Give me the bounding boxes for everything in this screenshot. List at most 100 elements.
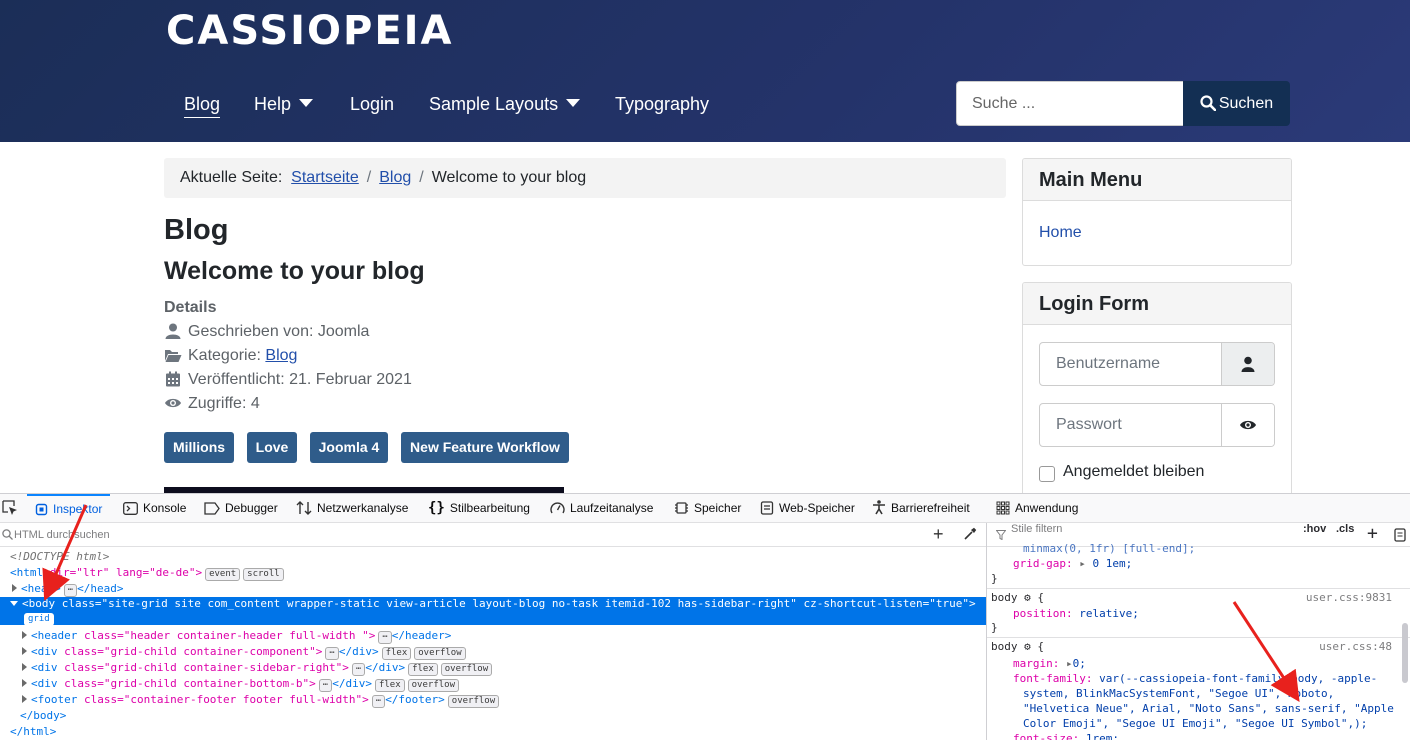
collapse-triangle-icon[interactable] (10, 601, 18, 606)
flex-badge[interactable]: flex (408, 663, 438, 676)
rule-close-brace: } (991, 572, 998, 585)
tab-stilbearbeitung[interactable]: {} Stilbearbeitung (428, 494, 530, 522)
markup-line-child[interactable]: <header class="header container-header f… (0, 628, 986, 644)
rule-decl-position[interactable]: position: relative; (1013, 606, 1139, 621)
overflow-badge[interactable]: overflow (414, 647, 466, 660)
tab-web-speicher[interactable]: Web-Speicher (760, 494, 855, 522)
markup-line-doctype[interactable]: <!DOCTYPE html> (0, 549, 986, 565)
flex-badge[interactable]: flex (381, 647, 412, 660)
gear-icon[interactable]: ⚙ (1024, 591, 1031, 604)
nav-item-blog[interactable]: Blog (184, 92, 221, 118)
expand-triangle-icon[interactable] (22, 695, 27, 703)
rules-scrollbar[interactable] (1402, 623, 1408, 683)
tab-konsole[interactable]: Konsole (123, 494, 186, 522)
nav-item-help[interactable]: Help (254, 92, 314, 118)
breadcrumb-link-home[interactable]: Startseite (291, 169, 359, 186)
category-link[interactable]: Blog (265, 347, 297, 364)
expand-triangle-icon[interactable] (22, 679, 27, 687)
add-node-plus-icon[interactable]: + (933, 525, 944, 543)
rule-selector-body[interactable]: body ⚙ { (991, 639, 1044, 654)
filter-styles-input[interactable]: Stile filtern (1011, 523, 1062, 535)
expand-triangle-icon[interactable] (22, 663, 27, 671)
markup-line-head[interactable]: <head> ⋯ </head> (0, 581, 986, 597)
document-icon[interactable] (1394, 528, 1406, 542)
tag-millions[interactable]: Millions (164, 432, 234, 463)
tag-joomla-4[interactable]: Joomla 4 (310, 432, 388, 463)
tab-debugger[interactable]: Debugger (204, 494, 278, 522)
username-placeholder: Benutzername (1056, 355, 1161, 372)
tab-netzwerkanalyse[interactable]: Netzwerkanalyse (296, 494, 408, 522)
rule-selector-body[interactable]: body ⚙ { (991, 590, 1044, 605)
article-title: Welcome to your blog (164, 257, 425, 285)
markup-line-child[interactable]: <div class="grid-child container-sidebar… (0, 660, 986, 676)
rule-partial-line: minmax(0, 1fr) [full-end]; (1023, 542, 1196, 555)
devtools-toolbar: Inspektor Konsole Debugger Netzwerkanaly… (0, 494, 1410, 523)
ellipsis-badge[interactable]: ⋯ (318, 679, 333, 692)
overflow-badge[interactable]: overflow (440, 663, 493, 676)
markup-line-body-close[interactable]: </body> (0, 708, 986, 724)
remember-me-checkbox[interactable] (1039, 466, 1055, 482)
flex-badge[interactable]: flex (374, 679, 405, 692)
hover-state-toggle[interactable]: :hov (1303, 523, 1326, 535)
scroll-badge[interactable]: scroll (243, 568, 284, 581)
tag-text: </div> (338, 645, 379, 658)
site-brand-logo[interactable]: CASSIOPEIA (166, 8, 454, 54)
markup-line-child[interactable]: <div class="grid-child container-compone… (0, 644, 986, 660)
breadcrumb-separator: / (366, 169, 372, 186)
show-password-eye-icon[interactable] (1221, 404, 1274, 446)
menu-link-home[interactable]: Home (1039, 224, 1082, 242)
markup-line-child[interactable]: <div class="grid-child container-bottom-… (0, 676, 986, 692)
tag-text: <div (31, 677, 58, 690)
add-rule-plus-icon[interactable]: + (1367, 525, 1378, 543)
tab-anwendung[interactable]: Anwendung (996, 494, 1078, 522)
markup-line-html-close[interactable]: </html> (0, 724, 986, 740)
tag-text: </body> (20, 709, 67, 722)
grid-badge[interactable]: grid (24, 613, 54, 626)
username-field[interactable]: Benutzername (1039, 342, 1275, 386)
search-input[interactable]: Suche ... (956, 81, 1184, 126)
tab-speicher[interactable]: Speicher (674, 494, 741, 522)
expand-triangle-icon[interactable] (22, 631, 27, 639)
overflow-badge[interactable]: overflow (447, 695, 500, 708)
tab-inspektor[interactable]: Inspektor (27, 494, 111, 522)
markup-line-html[interactable]: <html dir="ltr" lang="de-de"> event scroll (0, 565, 986, 581)
tab-barrierefreiheit[interactable]: Barrierefreiheit (872, 494, 970, 522)
rule-decl-font-size[interactable]: font-size: 1rem; (1013, 731, 1119, 740)
rules-panel: Stile filtern :hov .cls + minmax(0, 1fr)… (986, 523, 1410, 740)
ellipsis-badge[interactable]: ⋯ (351, 663, 366, 676)
ellipsis-badge[interactable]: ⋯ (325, 647, 339, 660)
tab-laufzeitanalyse[interactable]: Laufzeitanalyse (550, 494, 653, 522)
tag-love[interactable]: Love (247, 432, 297, 463)
element-picker-icon[interactable] (2, 500, 18, 516)
breadcrumb-link-blog[interactable]: Blog (379, 169, 411, 186)
tag-new-feature-workflow[interactable]: New Feature Workflow (401, 432, 569, 463)
html-search-input[interactable]: HTML durchsuchen (14, 523, 110, 547)
eyedropper-icon[interactable] (963, 527, 977, 541)
markup-line-body-selected[interactable]: <body class="site-grid site com_content … (0, 597, 986, 626)
markup-line-child[interactable]: <footer class="container-footer footer f… (0, 692, 986, 708)
search-button-label: Suchen (1218, 95, 1274, 112)
ellipsis-badge[interactable]: ⋯ (378, 631, 392, 644)
rule-decl-grid-gap[interactable]: grid-gap: ▸ 0 1em; (1013, 556, 1132, 571)
property-name: grid-gap: (1013, 557, 1073, 570)
expand-triangle-icon[interactable] (22, 647, 27, 655)
tag-text: </header> (391, 629, 452, 642)
nav-item-sample-layouts[interactable]: Sample Layouts (429, 92, 581, 118)
rule-decl-font-family[interactable]: font-family: var(--cassiopeia-font-famil… (1013, 671, 1377, 686)
search-button[interactable]: Suchen (1183, 81, 1290, 126)
class-toggle[interactable]: .cls (1336, 523, 1354, 535)
nav-item-typography[interactable]: Typography (615, 92, 709, 118)
nav-item-login[interactable]: Login (350, 92, 394, 118)
password-field[interactable]: Passwort (1039, 403, 1275, 447)
event-badge[interactable]: event (205, 568, 241, 581)
ellipsis-badge[interactable]: ⋯ (371, 695, 386, 708)
ellipsis-badge[interactable]: ⋯ (63, 584, 78, 597)
gear-icon[interactable]: ⚙ (1024, 640, 1031, 653)
expand-triangle-icon[interactable] (12, 584, 17, 592)
tab-label: Stilbearbeitung (449, 501, 530, 515)
rule-source-link[interactable]: user.css:9831 (1306, 590, 1392, 605)
rule-decl-margin[interactable]: margin: ▸0; (1013, 656, 1086, 671)
overflow-badge[interactable]: overflow (407, 679, 459, 692)
rule-source-link[interactable]: user.css:48 (1319, 639, 1392, 654)
tab-label: Inspektor (53, 502, 103, 516)
